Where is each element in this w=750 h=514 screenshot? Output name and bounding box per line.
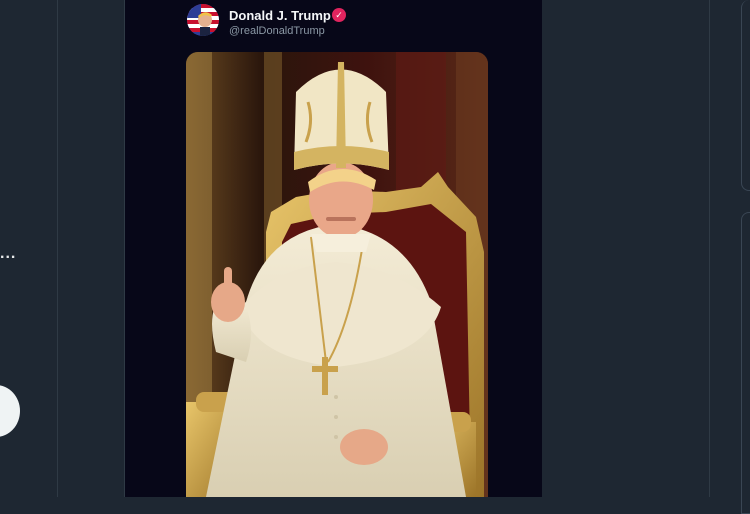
avatar[interactable]: [187, 4, 219, 36]
post-media-image[interactable]: [186, 52, 488, 497]
post-card[interactable]: Donald J. Trump ✓ @realDonaldTrump: [124, 0, 543, 497]
sidebar-panel: [741, 0, 750, 191]
compose-button[interactable]: [0, 385, 20, 437]
more-options-button[interactable]: ...: [0, 245, 16, 263]
right-gutter: [542, 0, 708, 497]
pope-portrait-image-icon: [186, 52, 488, 497]
flag-portrait-avatar-icon: [187, 4, 219, 36]
sidebar-panel: [741, 212, 750, 514]
display-name[interactable]: Donald J. Trump: [229, 8, 331, 23]
left-gutter: [58, 0, 124, 497]
left-navigation-column: ...: [0, 0, 58, 497]
verified-badge-icon: ✓: [332, 8, 346, 22]
user-handle[interactable]: @realDonaldTrump: [229, 25, 325, 37]
